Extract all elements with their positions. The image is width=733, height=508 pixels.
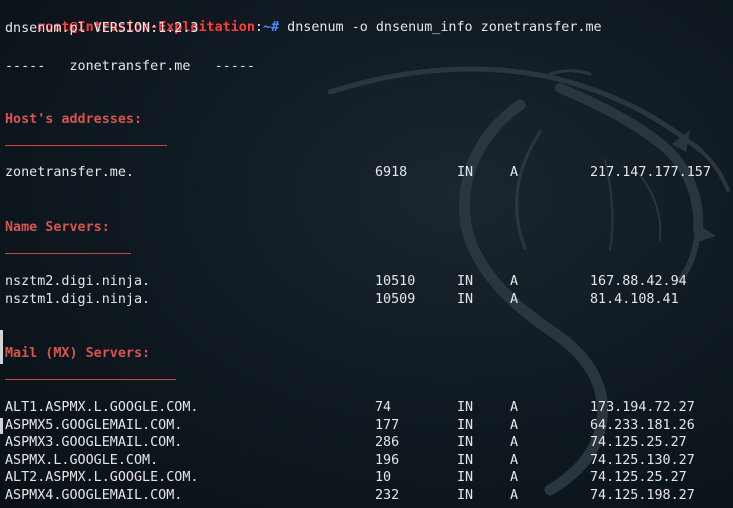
record-ip: 81.4.108.41	[590, 291, 679, 307]
prompt-separator: :	[254, 20, 263, 35]
record-ip: 74.125.198.27	[590, 488, 695, 503]
record-class: IN	[457, 165, 474, 180]
section-title-name-servers: Name Servers:	[5, 220, 110, 235]
record-host: ASPMX4.GOOGLEMAIL.COM.	[5, 488, 183, 503]
record-class: IN	[457, 452, 474, 468]
record-type: A	[510, 400, 519, 415]
terminal-window[interactable]: root@Intrusion-Exploitation:~# dnsenum -…	[0, 0, 733, 508]
record-type: A	[510, 435, 519, 451]
record-type: A	[510, 274, 519, 289]
record-class: IN	[457, 291, 474, 307]
record-host: zonetransfer.me.	[5, 165, 134, 180]
record-host: nsztm2.digi.ninja.	[5, 274, 151, 289]
version-line: dnsenum.pl VERSION:1.2.3	[5, 21, 199, 36]
record-class: IN	[457, 470, 474, 486]
record-ip: 167.88.42.94	[590, 274, 687, 289]
record-type: A	[510, 291, 519, 307]
record-ttl: 10509	[375, 291, 416, 307]
dns-record-row: zonetransfer.me. 6918 IN A 217.147.177.157	[0, 164, 733, 181]
dns-record-row: ASPMX5.GOOGLEMAIL.COM. 177 IN A 64.233.181.2…	[0, 417, 733, 434]
section-title-hosts: Host's addresses:	[5, 112, 143, 127]
dns-record-row: ALT2.ASPMX.L.GOOGLE.COM. 10 IN A 74.125.25.2…	[0, 469, 733, 486]
command-text[interactable]: dnsenum -o dnsenum_info zonetransfer.me	[279, 20, 601, 35]
section-title-mx-servers: Mail (MX) Servers:	[5, 346, 151, 361]
record-host: ALT1.ASPMX.L.GOOGLE.COM.	[5, 400, 199, 415]
section-underline-mx-servers	[5, 379, 176, 380]
window-edge-marker	[0, 330, 3, 364]
dns-record-row: ALT1.ASPMX.L.GOOGLE.COM. 74 IN A 173.194.72.…	[0, 399, 733, 416]
record-ttl: 286	[375, 435, 400, 451]
record-class: IN	[457, 274, 474, 289]
record-type: A	[510, 417, 519, 433]
record-host: ASPMX3.GOOGLEMAIL.COM.	[5, 435, 183, 451]
record-ttl: 10	[375, 470, 392, 486]
prompt-path: ~#	[262, 20, 280, 35]
record-ip: 74.125.25.27	[590, 435, 687, 451]
dns-record-row: ASPMX3.GOOGLEMAIL.COM. 286 IN A 74.125.25.27	[0, 434, 733, 451]
record-host: ASPMX5.GOOGLEMAIL.COM.	[5, 417, 183, 433]
record-host: ASPMX.L.GOOGLE.COM.	[5, 452, 159, 468]
dns-record-row: nsztm1.digi.ninja. 10509 IN A 81.4.108.41	[0, 291, 733, 308]
record-ttl: 196	[375, 452, 400, 468]
record-ttl: 74	[375, 400, 392, 415]
record-ttl: 177	[375, 417, 400, 433]
domain-banner: ----- zonetransfer.me -----	[5, 59, 255, 74]
section-underline-name-servers	[5, 253, 131, 254]
record-ttl: 232	[375, 488, 400, 503]
record-type: A	[510, 470, 519, 486]
record-type: A	[510, 488, 519, 503]
record-type: A	[510, 452, 519, 468]
window-edge-marker	[0, 418, 3, 434]
record-ip: 74.125.25.27	[590, 470, 687, 486]
record-ttl: 6918	[375, 165, 408, 180]
section-underline-hosts	[5, 145, 167, 146]
record-host: ALT2.ASPMX.L.GOOGLE.COM.	[5, 470, 199, 486]
record-type: A	[510, 165, 519, 180]
record-ip: 173.194.72.27	[590, 400, 695, 415]
record-class: IN	[457, 400, 474, 415]
record-class: IN	[457, 417, 474, 433]
record-ip: 217.147.177.157	[590, 165, 711, 180]
record-ttl: 10510	[375, 274, 416, 289]
record-host: nsztm1.digi.ninja.	[5, 291, 151, 307]
dns-record-row: ASPMX4.GOOGLEMAIL.COM. 232 IN A 74.125.198.2…	[0, 487, 733, 504]
record-ip: 64.233.181.26	[590, 417, 695, 433]
record-class: IN	[457, 488, 474, 503]
dns-record-row: nsztm2.digi.ninja. 10510 IN A 167.88.42.94	[0, 273, 733, 290]
record-class: IN	[457, 435, 474, 451]
record-ip: 74.125.130.27	[590, 452, 695, 468]
dns-record-row: ASPMX.L.GOOGLE.COM. 196 IN A 74.125.130.27	[0, 452, 733, 469]
